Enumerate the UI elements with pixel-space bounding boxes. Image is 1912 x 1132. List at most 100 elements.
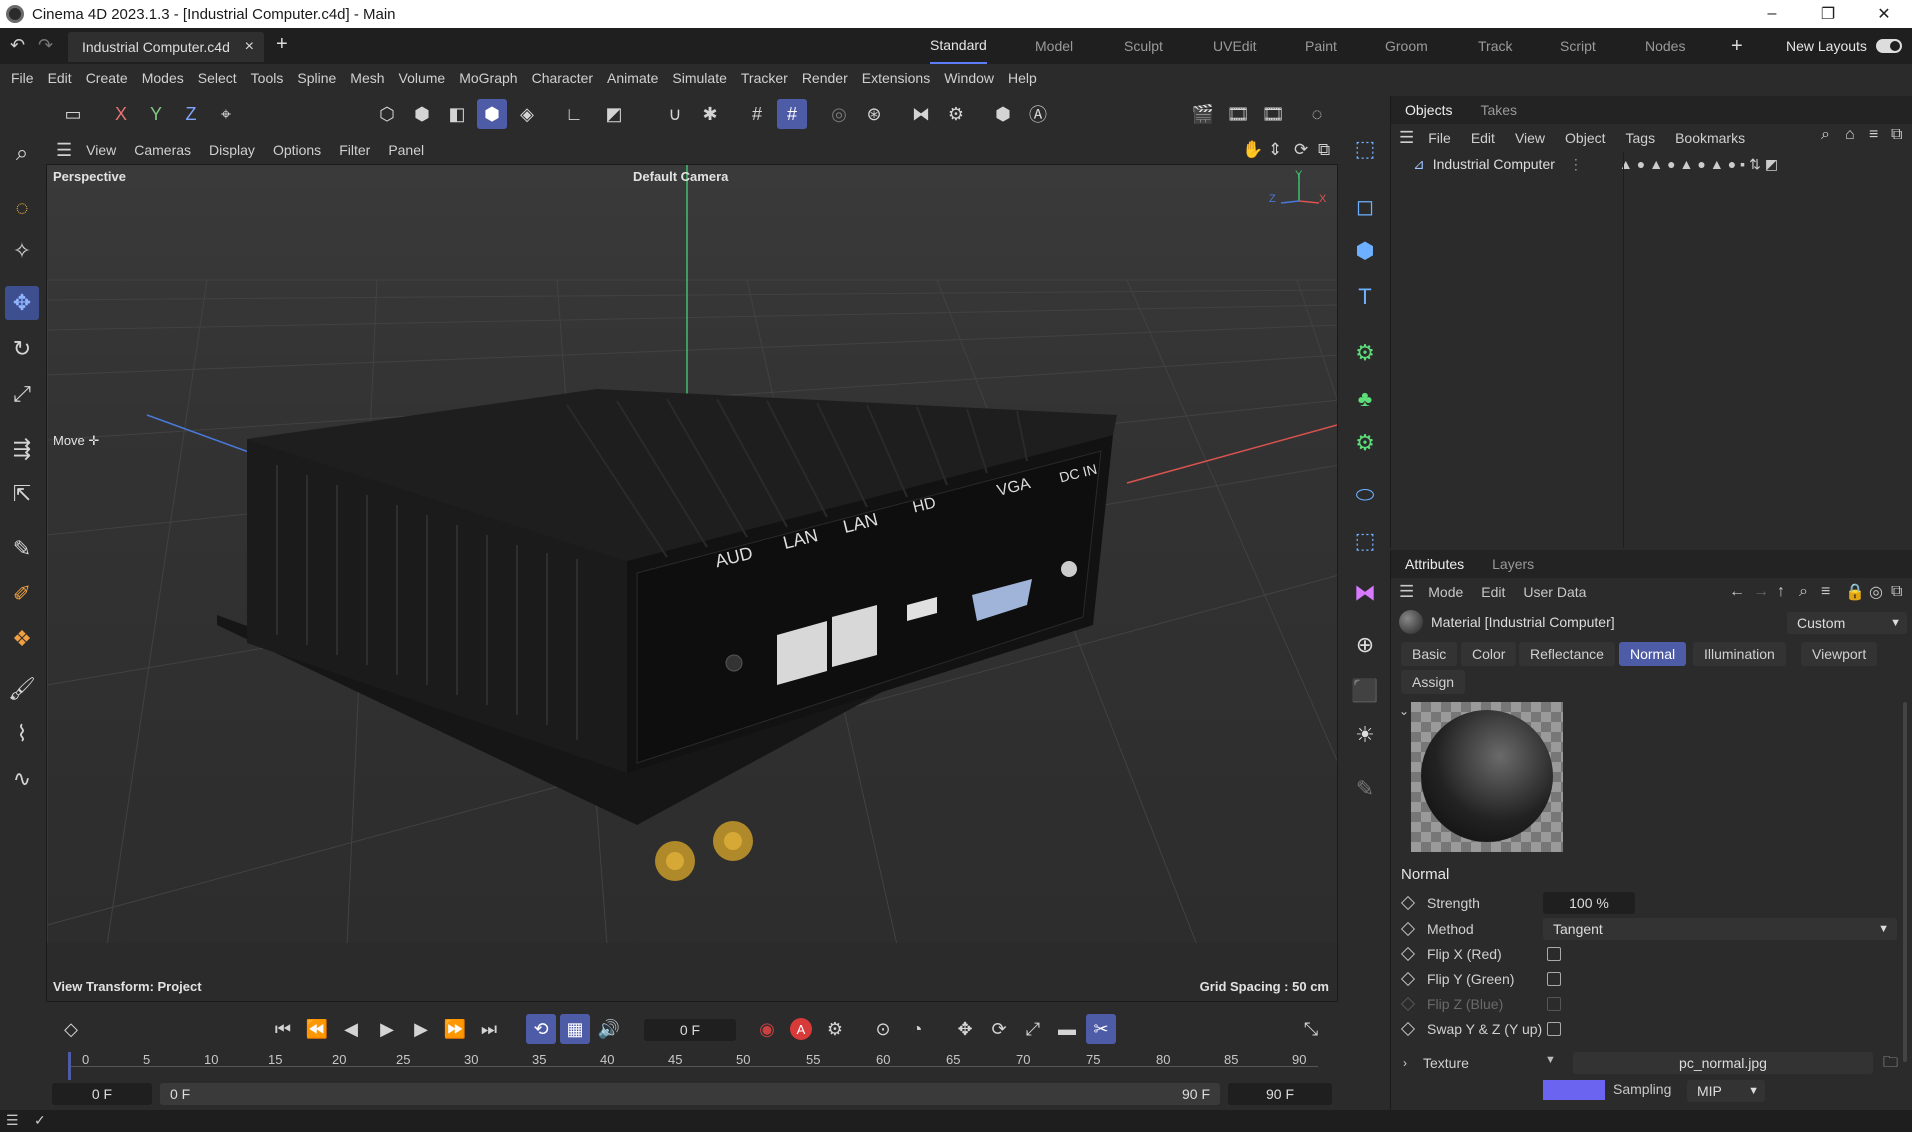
flipx-checkbox[interactable] bbox=[1547, 947, 1561, 961]
go-to-end-icon[interactable]: ⏭ bbox=[474, 1014, 504, 1044]
model-mode-icon[interactable]: ⬢ bbox=[477, 99, 507, 129]
objects-menu-edit[interactable]: Edit bbox=[1471, 130, 1495, 146]
layout-tab-track[interactable]: Track bbox=[1478, 28, 1512, 64]
timeline-window-icon[interactable]: ⤡ bbox=[1296, 1014, 1326, 1044]
channel-tab-viewport[interactable]: Viewport bbox=[1801, 642, 1878, 666]
attributes-target-icon[interactable]: ◎ bbox=[1869, 582, 1883, 602]
rotate-view-icon[interactable]: ⟳ bbox=[1294, 140, 1308, 160]
layout-tab-nodes[interactable]: Nodes bbox=[1645, 28, 1685, 64]
auto-keying-icon[interactable]: ▦ bbox=[560, 1014, 590, 1044]
viewport-hamburger-icon[interactable]: ☰ bbox=[56, 140, 72, 161]
menu-edit[interactable]: Edit bbox=[48, 70, 72, 86]
menu-mograph[interactable]: MoGraph bbox=[459, 70, 517, 86]
autokey-record-icon[interactable]: A bbox=[786, 1014, 816, 1044]
mode-select[interactable]: Custom ▼ bbox=[1787, 612, 1907, 634]
objects-menu-bookmarks[interactable]: Bookmarks bbox=[1675, 130, 1745, 146]
layout-tab-groom[interactable]: Groom bbox=[1385, 28, 1428, 64]
viewport-menu-panel[interactable]: Panel bbox=[388, 142, 424, 158]
edit-icon[interactable]: ✎ bbox=[1348, 772, 1382, 806]
layout-tab-standard[interactable]: Standard bbox=[930, 28, 987, 64]
menu-tools[interactable]: Tools bbox=[251, 70, 284, 86]
add-tab-icon[interactable]: + bbox=[276, 33, 288, 56]
attributes-menu-userdata[interactable]: User Data bbox=[1523, 584, 1586, 600]
knife-tool-icon[interactable]: ⌇ bbox=[5, 717, 39, 751]
field-icon[interactable]: ⧓ bbox=[1348, 576, 1382, 610]
transfer-tool-icon[interactable]: ⇶ bbox=[5, 432, 39, 466]
previous-key-icon[interactable]: ⏪ bbox=[302, 1014, 332, 1044]
play-icon[interactable]: ▶ bbox=[372, 1014, 402, 1044]
channel-tab-assign[interactable]: Assign bbox=[1401, 670, 1466, 694]
axis-mode-icon[interactable]: ∟ bbox=[559, 99, 589, 129]
key-scale-icon[interactable]: ⤢ bbox=[1018, 1014, 1048, 1044]
current-frame-field[interactable]: 0 F bbox=[644, 1019, 736, 1041]
attributes-new-window-icon[interactable]: ⧉ bbox=[1891, 583, 1902, 601]
previous-frame-icon[interactable]: ◀ bbox=[336, 1014, 366, 1044]
minimize-button[interactable]: – bbox=[1744, 0, 1800, 28]
objects-home-icon[interactable]: ⌂ bbox=[1845, 126, 1855, 144]
snap-icon[interactable]: # bbox=[742, 99, 772, 129]
channel-tab-basic[interactable]: Basic bbox=[1401, 642, 1458, 666]
texture-filename-field[interactable]: pc_normal.jpg bbox=[1573, 1052, 1873, 1074]
menu-tracker[interactable]: Tracker bbox=[741, 70, 788, 86]
null-object-icon[interactable]: ⬚ bbox=[1348, 132, 1382, 166]
close-window-button[interactable]: ✕ bbox=[1856, 0, 1912, 28]
projection-label[interactable]: Perspective bbox=[53, 169, 126, 184]
object-name[interactable]: Industrial Computer bbox=[1433, 156, 1555, 172]
menu-simulate[interactable]: Simulate bbox=[672, 70, 726, 86]
swap-checkbox[interactable] bbox=[1547, 1022, 1561, 1036]
tag-icon[interactable]: ⬭ bbox=[1348, 478, 1382, 512]
render-picture-viewer-icon[interactable]: 🎞 bbox=[1223, 99, 1253, 129]
menu-spline[interactable]: Spline bbox=[297, 70, 336, 86]
objects-menu-tags[interactable]: Tags bbox=[1626, 130, 1656, 146]
polygons-mode-icon[interactable]: ◧ bbox=[442, 99, 472, 129]
objects-filter-icon[interactable]: ≡ bbox=[1869, 126, 1878, 144]
channel-tab-color[interactable]: Color bbox=[1461, 642, 1517, 666]
object-row[interactable]: ⊿ Industrial Computer ⋮ ▲●▲●▲●▲●▪⇅◩ bbox=[1391, 152, 1912, 176]
method-select[interactable]: Tangent ▼ bbox=[1543, 918, 1897, 940]
undo-icon[interactable]: ↶ bbox=[10, 35, 25, 56]
selection-tools-icon[interactable]: ✧ bbox=[5, 234, 39, 268]
coordinate-system-icon[interactable]: ⌖ bbox=[211, 99, 241, 129]
search-icon[interactable]: ⌕ bbox=[5, 136, 39, 170]
key-timing-icon[interactable]: ◔ bbox=[902, 1014, 932, 1044]
render-settings-icon[interactable]: 🎞 bbox=[1258, 99, 1288, 129]
edges-mode-icon[interactable]: ⬢ bbox=[407, 99, 437, 129]
brush-tool-icon[interactable]: ❖ bbox=[5, 622, 39, 656]
y-axis-lock-button[interactable]: Y bbox=[141, 99, 171, 129]
status-check-icon[interactable]: ✓ bbox=[34, 1112, 46, 1129]
auto-key-icon[interactable]: Ⓐ bbox=[1023, 99, 1053, 129]
timeline-ruler[interactable]: 0 5 10 15 20 25 30 35 40 45 50 55 60 65 … bbox=[46, 1052, 1338, 1080]
menu-create[interactable]: Create bbox=[86, 70, 128, 86]
polygon-object-icon[interactable]: ◻ bbox=[1348, 190, 1382, 224]
layout-tab-model[interactable]: Model bbox=[1035, 28, 1073, 64]
key-pla-icon[interactable]: ✂ bbox=[1086, 1014, 1116, 1044]
up-arrow-icon[interactable]: ↑ bbox=[1777, 583, 1785, 601]
key-settings-icon[interactable]: ⚙ bbox=[820, 1014, 850, 1044]
camera-object-icon[interactable]: ⬚ bbox=[1348, 524, 1382, 558]
flipy-checkbox[interactable] bbox=[1547, 972, 1561, 986]
forward-arrow-icon[interactable]: → bbox=[1753, 583, 1769, 601]
sketch-tool-icon[interactable]: ✐ bbox=[5, 577, 39, 611]
attributes-tab[interactable]: Attributes bbox=[1391, 556, 1478, 572]
keyframe-icon[interactable] bbox=[1400, 971, 1416, 987]
range-slider[interactable]: 0 F 90 F bbox=[160, 1083, 1220, 1105]
expand-chevron-icon[interactable]: › bbox=[1403, 1056, 1407, 1070]
generator-icon[interactable]: ⚙ bbox=[1348, 336, 1382, 370]
camera-label[interactable]: Default Camera bbox=[633, 169, 728, 184]
next-frame-icon[interactable]: ▶ bbox=[406, 1014, 436, 1044]
menu-help[interactable]: Help bbox=[1008, 70, 1037, 86]
text-object-icon[interactable]: T bbox=[1348, 280, 1382, 314]
layout-tab-uvedit[interactable]: UVEdit bbox=[1213, 28, 1257, 64]
attributes-filter-icon[interactable]: ≡ bbox=[1821, 583, 1830, 601]
next-key-icon[interactable]: ⏩ bbox=[440, 1014, 470, 1044]
viewport-menu-cameras[interactable]: Cameras bbox=[134, 142, 191, 158]
material-tags-icon[interactable]: ▲●▲●▲●▲●▪⇅◩ bbox=[1619, 156, 1782, 173]
strength-input[interactable]: 100 % bbox=[1543, 892, 1635, 914]
rotate-tool-icon[interactable]: ↻ bbox=[5, 332, 39, 366]
keyframe-diamond-icon[interactable]: ◇ bbox=[56, 1014, 86, 1044]
objects-search-icon[interactable]: ⌕ bbox=[1821, 126, 1830, 144]
viewport-menu-options[interactable]: Options bbox=[273, 142, 321, 158]
placement-tool-icon[interactable]: ⇱ bbox=[5, 477, 39, 511]
paint-brush-icon[interactable]: 🖌 bbox=[5, 672, 39, 706]
viewport-menu-filter[interactable]: Filter bbox=[339, 142, 370, 158]
